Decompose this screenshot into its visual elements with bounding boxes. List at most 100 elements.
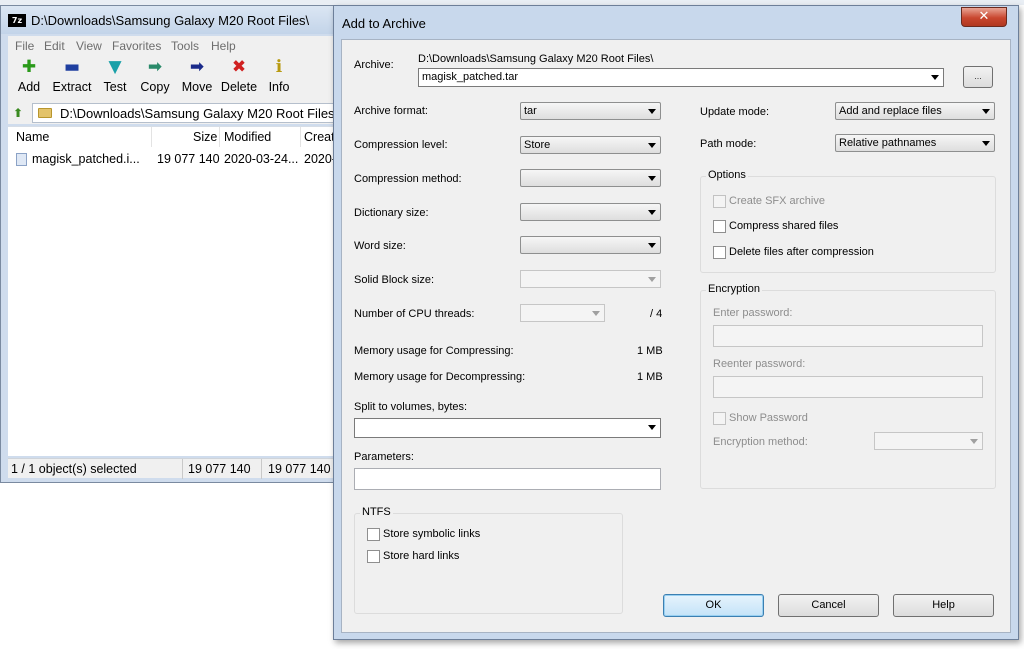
options-title: Options	[706, 169, 748, 181]
cpu-threads-select[interactable]	[520, 304, 605, 322]
copy-button[interactable]: ➡ Copy	[138, 58, 172, 94]
chevron-down-icon	[982, 141, 990, 146]
chevron-down-icon	[648, 143, 656, 148]
archive-format-select[interactable]: tar	[520, 102, 661, 120]
move-label: Move	[181, 80, 213, 94]
column-separator[interactable]	[151, 127, 152, 147]
up-folder-icon[interactable]: ⬆	[13, 106, 27, 120]
status-selected: 1 / 1 object(s) selected	[11, 462, 137, 476]
delete-label: Delete	[220, 80, 258, 94]
encryption-group: Encryption Enter password: Reenter passw…	[700, 283, 996, 489]
ntfs-title: NTFS	[360, 506, 393, 518]
file-icon	[16, 153, 27, 166]
help-button[interactable]: Help	[893, 594, 994, 617]
move-button[interactable]: ➡ Move	[180, 58, 214, 94]
chevron-down-icon	[648, 425, 656, 430]
password-input[interactable]	[713, 325, 983, 347]
word-size-select[interactable]	[520, 236, 661, 254]
cpu-threads-max: / 4	[650, 308, 663, 320]
add-button[interactable]: ✚ Add	[14, 58, 44, 94]
delete-icon: ✖	[231, 57, 247, 77]
solid-block-size-label: Solid Block size:	[354, 274, 435, 286]
file-list[interactable]: Name Size Modified Create magisk_patched…	[8, 126, 334, 456]
parameters-input[interactable]	[354, 468, 661, 490]
file-name: magisk_patched.i...	[32, 152, 140, 166]
column-header-created[interactable]: Create	[304, 130, 334, 144]
update-mode-select[interactable]: Add and replace files	[835, 102, 995, 120]
enter-password-label: Enter password:	[713, 307, 793, 319]
memory-decompress-label: Memory usage for Decompressing:	[354, 371, 526, 383]
path-mode-label: Path mode:	[700, 138, 757, 150]
menu-edit[interactable]: Edit	[44, 39, 65, 53]
status-bar: 1 / 1 object(s) selected 19 077 140 19 0…	[8, 458, 334, 479]
menu-help[interactable]: Help	[211, 39, 236, 53]
reenter-password-input[interactable]	[713, 376, 983, 398]
store-hard-links-checkbox[interactable]	[367, 550, 380, 563]
menu-bar: File Edit View Favorites Tools Help	[8, 36, 334, 56]
store-symbolic-links-label[interactable]: Store symbolic links	[383, 528, 480, 540]
info-button[interactable]: ℹ Info	[265, 58, 293, 94]
archive-name-combo[interactable]: magisk_patched.tar	[418, 68, 944, 87]
path-mode-select[interactable]: Relative pathnames	[835, 134, 995, 152]
compress-shared-label[interactable]: Compress shared files	[729, 220, 838, 232]
chevron-down-icon	[648, 109, 656, 114]
show-password-label[interactable]: Show Password	[729, 412, 808, 424]
encryption-method-label: Encryption method:	[713, 436, 808, 448]
menu-view[interactable]: View	[76, 39, 102, 53]
column-separator[interactable]	[219, 127, 220, 147]
cancel-button[interactable]: Cancel	[778, 594, 879, 617]
dictionary-size-select[interactable]	[520, 203, 661, 221]
delete-after-checkbox[interactable]	[713, 246, 726, 259]
info-icon: ℹ	[275, 57, 283, 77]
compression-method-select[interactable]	[520, 169, 661, 187]
extract-button[interactable]: ▬ Extract	[52, 58, 92, 94]
extract-label: Extract	[52, 80, 92, 94]
status-packed-size: 19 077 140	[268, 462, 331, 476]
encryption-method-select[interactable]	[874, 432, 983, 450]
toolbar: ✚ Add ▬ Extract ▼ Test ➡ Copy ➡ Move ✖ D…	[8, 56, 334, 102]
menu-favorites[interactable]: Favorites	[112, 39, 161, 53]
menu-file[interactable]: File	[15, 39, 34, 53]
test-button[interactable]: ▼ Test	[100, 58, 130, 94]
chevron-down-icon	[592, 311, 600, 316]
dialog-body: Archive: D:\Downloads\Samsung Galaxy M20…	[341, 39, 1011, 633]
solid-block-size-select[interactable]	[520, 270, 661, 288]
folder-icon	[38, 108, 52, 118]
store-symbolic-links-checkbox[interactable]	[367, 528, 380, 541]
update-mode-label: Update mode:	[700, 106, 770, 118]
ntfs-group: NTFS Store symbolic links Store hard lin…	[354, 506, 623, 614]
reenter-password-label: Reenter password:	[713, 358, 806, 370]
delete-after-label[interactable]: Delete files after compression	[729, 246, 874, 258]
chevron-down-icon	[648, 210, 656, 215]
file-manager-window: 7z D:\Downloads\Samsung Galaxy M20 Root …	[0, 5, 340, 483]
compress-shared-checkbox[interactable]	[713, 220, 726, 233]
browse-button[interactable]: ...	[963, 66, 993, 88]
encryption-title: Encryption	[706, 283, 762, 295]
menu-tools[interactable]: Tools	[171, 39, 199, 53]
close-button[interactable]: ✕	[961, 7, 1007, 27]
file-size: 19 077 140	[157, 152, 220, 166]
split-volumes-combo[interactable]	[354, 418, 661, 438]
column-header-name[interactable]: Name	[16, 130, 49, 144]
column-header-size[interactable]: Size	[193, 130, 217, 144]
test-icon: ▼	[108, 57, 122, 77]
chevron-down-icon	[648, 176, 656, 181]
compression-level-select[interactable]: Store	[520, 136, 661, 154]
cpu-threads-label: Number of CPU threads:	[354, 308, 475, 320]
create-sfx-checkbox[interactable]	[713, 195, 726, 208]
file-manager-titlebar[interactable]: 7z D:\Downloads\Samsung Galaxy M20 Root …	[1, 6, 339, 34]
table-row[interactable]: magisk_patched.i... 19 077 140 2020-03-2…	[8, 151, 334, 169]
chevron-down-icon	[970, 439, 978, 444]
dictionary-size-label: Dictionary size:	[354, 207, 429, 219]
memory-decompress-value: 1 MB	[637, 371, 663, 383]
ok-button[interactable]: OK	[663, 594, 764, 617]
chevron-down-icon	[648, 277, 656, 282]
delete-button[interactable]: ✖ Delete	[220, 58, 258, 94]
compression-level-label: Compression level:	[354, 139, 448, 151]
store-hard-links-label[interactable]: Store hard links	[383, 550, 459, 562]
column-separator[interactable]	[300, 127, 301, 147]
show-password-checkbox[interactable]	[713, 412, 726, 425]
column-header-modified[interactable]: Modified	[224, 130, 271, 144]
create-sfx-label[interactable]: Create SFX archive	[729, 195, 825, 207]
address-input[interactable]: D:\Downloads\Samsung Galaxy M20 Root Fil…	[32, 103, 338, 123]
